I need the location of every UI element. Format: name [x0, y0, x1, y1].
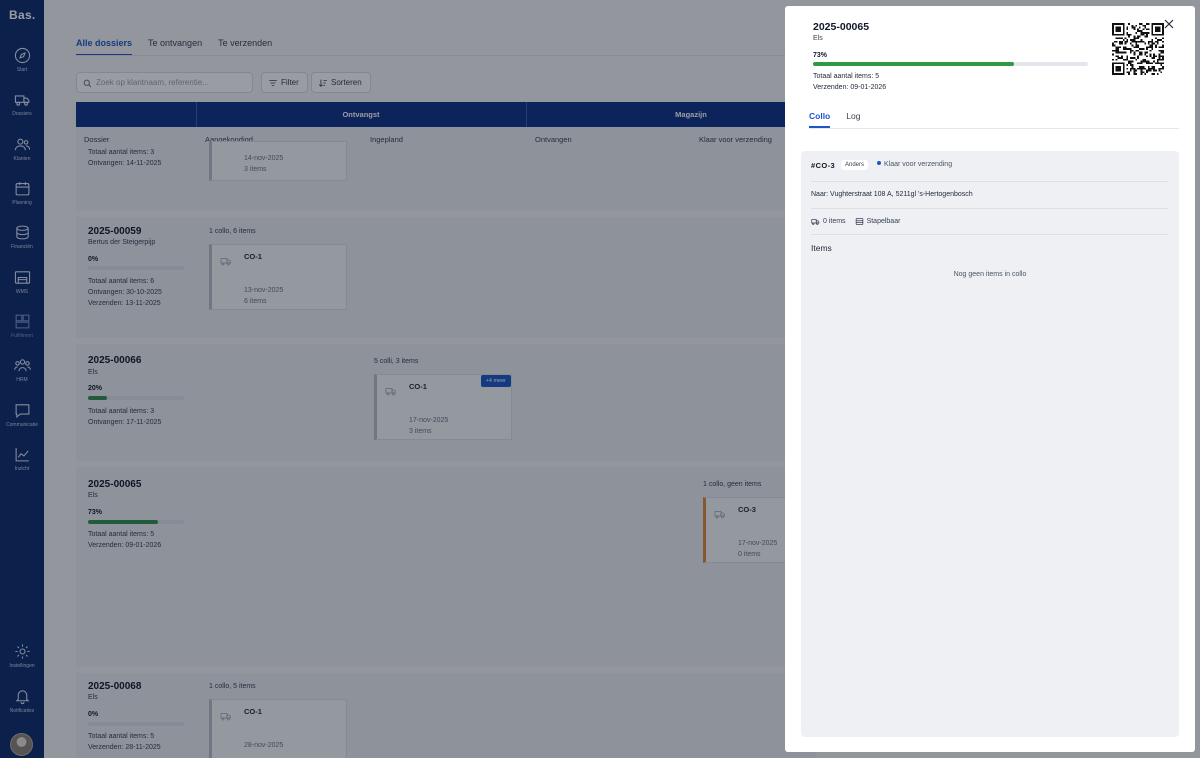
- qr-code: [1112, 23, 1164, 75]
- collo-type-badge: Anders: [841, 160, 869, 170]
- panel-customer: Els: [813, 35, 823, 42]
- truck-icon: [811, 219, 820, 225]
- collo-stackable: Stapelbaar: [866, 218, 901, 225]
- empty-items-message: Nog geen items in collo: [953, 271, 1027, 278]
- status-text: Klaar voor verzending: [884, 161, 953, 168]
- stack-icon: [855, 218, 863, 225]
- status-badge: Klaar voor verzending: [877, 161, 952, 168]
- collo-meta: 0 items Stapelbaar: [811, 217, 900, 226]
- tab-log[interactable]: Log: [846, 111, 860, 128]
- collo-item-count: 0 items: [823, 218, 846, 225]
- collo-detail-card: #CO-3 Anders Klaar voor verzending Naar:…: [801, 151, 1179, 737]
- collo-id: #CO-3: [811, 161, 836, 170]
- tab-collo[interactable]: Collo: [809, 111, 831, 128]
- panel-progress-percent: 73%: [813, 52, 828, 59]
- collo-address: Naar: Vughterstraat 108 A, 5211gl 's-Her…: [811, 191, 973, 198]
- panel-progress-bar: [813, 62, 1088, 66]
- close-icon[interactable]: [1163, 18, 1175, 30]
- panel-tabs-divider: [809, 128, 1179, 129]
- panel-ship-date: Verzenden: 09-01-2026: [813, 84, 887, 91]
- items-heading: Items: [811, 243, 832, 253]
- panel-total-items: Totaal aantal items: 5: [813, 73, 880, 80]
- panel-tabs: Collo Log: [809, 111, 860, 128]
- panel-title: 2025-00065: [813, 21, 870, 33]
- dossier-detail-panel: 2025-00065 Els 73% Totaal aantal items: …: [785, 6, 1195, 752]
- status-dot-icon: [877, 161, 881, 165]
